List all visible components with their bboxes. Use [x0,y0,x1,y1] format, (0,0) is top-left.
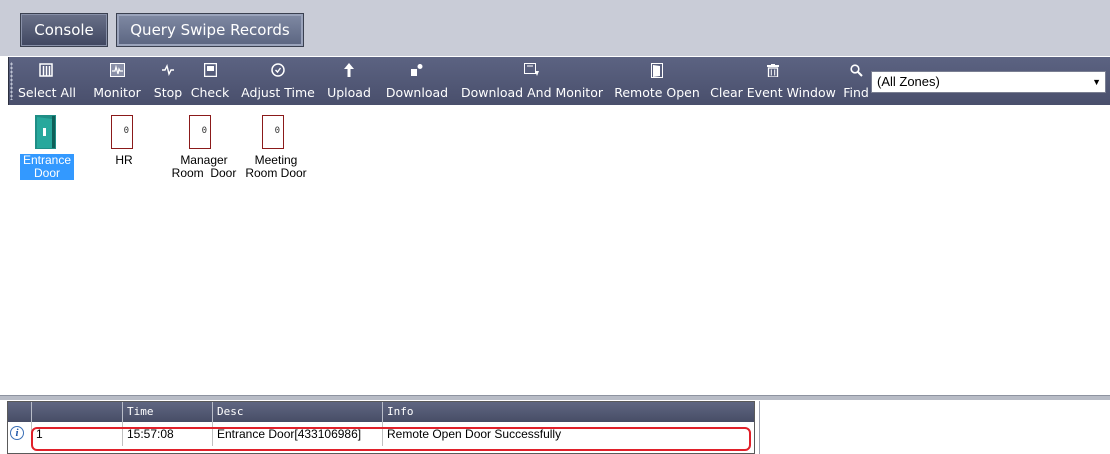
search-icon [839,62,873,78]
check-button[interactable]: Check [187,57,233,105]
stop-label: Stop [153,85,183,100]
download-icon [379,62,455,78]
column-header-time[interactable]: Time [123,402,213,422]
door-count: 0 [274,126,280,136]
splitter[interactable] [0,395,1110,400]
trash-icon [709,62,837,78]
stop-icon [152,62,184,78]
stop-button[interactable]: Stop [152,57,184,105]
door-open-icon [613,62,701,78]
remote-open-label: Remote Open [614,85,700,100]
clear-event-window-button[interactable]: Clear Event Window [709,57,837,105]
monitor-label: Monitor [93,85,141,100]
door-open-icon [35,115,56,149]
door-closed-icon: 0 [189,115,211,149]
clear-event-window-label: Clear Event Window [710,85,836,100]
column-header-desc[interactable]: Desc [213,402,383,422]
adjust-time-label: Adjust Time [241,85,315,100]
door-label-line1: HR [115,153,133,167]
monitor-icon [88,62,146,78]
detail-pane [759,401,1110,454]
check-label: Check [190,85,230,100]
upload-button[interactable]: Upload [322,57,376,105]
info-icon: i [10,426,24,440]
row-icon-cell: i [8,422,32,446]
select-all-button[interactable]: Select All [18,57,77,105]
zone-select-value: (All Zones) [877,74,940,89]
tab-query-swipe-records[interactable]: Query Swipe Records [116,13,304,47]
door-closed-icon: 0 [111,115,133,149]
door-label-line2: Door [20,167,74,180]
download-and-monitor-button[interactable]: Download And Monitor [459,57,605,105]
upload-label: Upload [327,85,371,100]
monitor-button[interactable]: Monitor [88,57,146,105]
door-count: 0 [201,126,207,136]
door-label-line2: Room Door [171,166,237,180]
find-label: Find [843,85,869,100]
remote-open-button[interactable]: Remote Open [613,57,701,105]
check-icon [187,62,233,78]
download-monitor-icon [459,62,605,78]
tab-bar: Console Query Swipe Records [0,0,1110,56]
toolbar-grip[interactable] [10,62,13,100]
upload-icon [322,62,376,78]
select-all-icon [18,62,74,78]
door-meeting-room[interactable]: 0 Meeting Room Door [238,113,314,185]
adjust-time-button[interactable]: Adjust Time [236,57,320,105]
find-button[interactable]: Find [839,57,873,105]
download-and-monitor-label: Download And Monitor [460,85,603,100]
door-count: 0 [123,126,129,136]
chevron-down-icon[interactable]: ▼ [1092,72,1101,92]
grid-header: Time Desc Info [8,402,754,422]
door-manager-room[interactable]: 0 Manager Room Door [162,113,246,185]
download-button[interactable]: Download [379,57,455,105]
column-header-index[interactable] [32,402,123,422]
tab-console[interactable]: Console [20,13,108,47]
door-closed-icon: 0 [262,115,284,149]
door-hr[interactable]: 0 HR [98,113,150,173]
door-entrance[interactable]: Entrance Door [20,113,74,185]
door-label-line2: Room Door [245,166,307,180]
clock-icon [236,62,320,78]
select-all-label: Select All [18,85,77,100]
column-header-icon[interactable] [8,402,32,422]
download-label: Download [385,85,449,100]
row-highlight-outline [31,427,751,451]
zone-select[interactable]: (All Zones) ▼ [871,71,1106,93]
column-header-info[interactable]: Info [383,402,754,422]
